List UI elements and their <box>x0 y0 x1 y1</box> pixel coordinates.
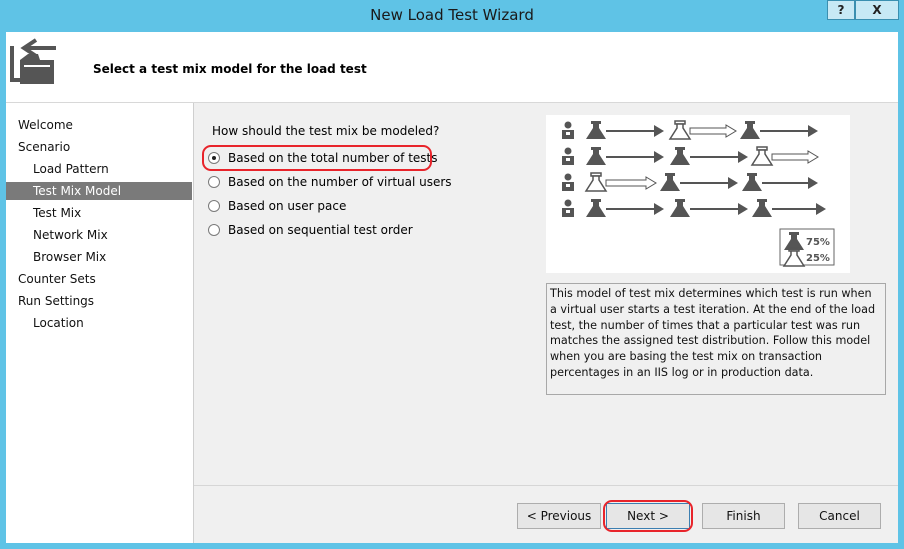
nav-item-test-mix[interactable]: Test Mix <box>6 204 192 222</box>
option-label: Based on user pace <box>228 199 347 213</box>
option-virtual-users[interactable]: Based on the number of virtual users <box>208 173 452 191</box>
highlight-ring <box>202 145 432 171</box>
footer-divider <box>194 485 898 486</box>
radio-button[interactable] <box>208 224 220 236</box>
window-title: New Load Test Wizard <box>370 6 534 24</box>
nav-item-load-pattern[interactable]: Load Pattern <box>6 160 192 178</box>
title-bar: New Load Test Wizard ? X <box>0 0 904 32</box>
next-highlight-ring <box>603 500 693 532</box>
nav-item-location[interactable]: Location <box>6 314 192 332</box>
wizard-client: Select a test mix model for the load tes… <box>6 32 898 543</box>
wizard-nav: Welcome Scenario Load Pattern Test Mix M… <box>6 103 194 543</box>
nav-item-welcome[interactable]: Welcome <box>6 116 192 134</box>
page-title: Select a test mix model for the load tes… <box>93 62 367 76</box>
content-panel: How should the test mix be modeled? Base… <box>194 103 898 543</box>
row-1 <box>562 120 818 140</box>
wizard-window: New Load Test Wizard ? X Select a test m… <box>0 0 904 549</box>
option-label: Based on sequential test order <box>228 223 413 237</box>
radio-button[interactable] <box>208 200 220 212</box>
wizard-header: Select a test mix model for the load tes… <box>6 32 898 102</box>
row-2 <box>562 146 819 166</box>
nav-item-scenario[interactable]: Scenario <box>6 138 192 156</box>
wizard-folder-icon <box>10 38 56 84</box>
close-button[interactable]: X <box>855 0 899 20</box>
nav-item-network-mix[interactable]: Network Mix <box>6 226 192 244</box>
option-user-pace[interactable]: Based on user pace <box>208 197 346 215</box>
question-label: How should the test mix be modeled? <box>212 124 440 138</box>
help-button[interactable]: ? <box>827 0 855 20</box>
option-sequential-order[interactable]: Based on sequential test order <box>208 221 413 239</box>
previous-button[interactable]: < Previous <box>517 503 601 529</box>
legend-filled-label: 75% <box>806 237 830 248</box>
option-label: Based on the number of virtual users <box>228 175 452 189</box>
description-box: This model of test mix determines which … <box>546 283 886 395</box>
legend-outline-label: 25% <box>806 253 830 264</box>
nav-item-test-mix-model[interactable]: Test Mix Model <box>6 182 192 200</box>
nav-item-counter-sets[interactable]: Counter Sets <box>6 270 192 288</box>
nav-item-run-settings[interactable]: Run Settings <box>6 292 192 310</box>
radio-button[interactable] <box>208 176 220 188</box>
row-3 <box>562 172 818 192</box>
nav-item-browser-mix[interactable]: Browser Mix <box>6 248 192 266</box>
cancel-button[interactable]: Cancel <box>798 503 881 529</box>
row-4 <box>562 199 826 217</box>
test-mix-diagram: 75% 25% <box>546 115 850 273</box>
diagram-legend: 75% 25% <box>779 228 835 267</box>
finish-button[interactable]: Finish <box>702 503 785 529</box>
